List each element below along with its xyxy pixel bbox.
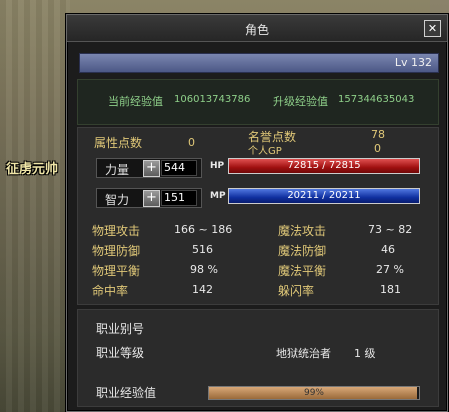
character-name-tag: 征虏元帅 xyxy=(6,162,59,177)
hp-bar: 72815 / 72815 xyxy=(228,158,420,174)
character-window: 角色 ✕ Lv 132 当前经验值 106013743786 升级经验值 157… xyxy=(66,14,448,412)
intelligence-plus-button[interactable]: + xyxy=(143,190,160,207)
job-alias-label: 职业别号 xyxy=(96,322,145,336)
dodge-rate-label: 躲闪率 xyxy=(278,284,315,298)
mag-bal-value: 27 % xyxy=(376,263,404,276)
job-panel: 职业别号 职业等级 地狱统治者 1 级 职业经验值 99% xyxy=(77,309,439,407)
gp-value: 0 xyxy=(374,142,381,155)
stats-panel: 属性点数 0 名誉点数 78 个人GP 0 力量 + 544 HP 72815 … xyxy=(77,127,439,305)
phys-def-value: 516 xyxy=(192,243,213,256)
mp-label: MP xyxy=(210,191,226,201)
intelligence-box: 智力 + 151 xyxy=(96,188,202,208)
gp-label: 个人GP xyxy=(248,146,282,157)
intelligence-label: 智力 xyxy=(105,193,130,207)
hp-text: 72815 / 72815 xyxy=(287,160,361,171)
attr-points-label: 属性点数 xyxy=(94,136,143,150)
attr-points-value: 0 xyxy=(188,136,195,149)
job-level-value: 1 级 xyxy=(354,347,376,360)
close-button[interactable]: ✕ xyxy=(424,20,441,37)
next-exp-value: 157344635043 xyxy=(338,94,415,105)
hp-label: HP xyxy=(210,161,225,171)
hit-rate-value: 142 xyxy=(192,283,213,296)
mp-bar: 20211 / 20211 xyxy=(228,188,420,204)
mag-bal-label: 魔法平衡 xyxy=(278,264,327,278)
strength-label: 力量 xyxy=(105,163,130,177)
dodge-rate-value: 181 xyxy=(380,283,401,296)
experience-panel: 当前经验值 106013743786 升级经验值 157344635043 xyxy=(77,79,439,125)
window-titlebar[interactable]: 角色 ✕ xyxy=(67,15,447,42)
strength-box: 力量 + 544 xyxy=(96,158,202,178)
job-exp-label: 职业经验值 xyxy=(96,386,157,400)
mp-text: 20211 / 20211 xyxy=(287,190,361,201)
strength-value: 544 xyxy=(161,160,197,176)
phys-def-label: 物理防御 xyxy=(92,244,141,258)
level-bar: Lv 132 xyxy=(79,53,439,73)
strength-plus-button[interactable]: + xyxy=(143,160,160,177)
mag-def-label: 魔法防御 xyxy=(278,244,327,258)
current-exp-value: 106013743786 xyxy=(174,94,251,105)
current-exp-label: 当前经验值 xyxy=(108,95,163,108)
job-exp-bar: 99% xyxy=(208,386,420,400)
job-exp-text: 99% xyxy=(303,388,324,398)
job-level-label: 职业等级 xyxy=(96,346,145,360)
phys-atk-label: 物理攻击 xyxy=(92,224,141,238)
phys-atk-value: 166 ~ 186 xyxy=(174,223,233,236)
hit-rate-label: 命中率 xyxy=(92,284,129,298)
window-title: 角色 xyxy=(244,23,269,37)
phys-bal-value: 98 % xyxy=(190,263,218,276)
phys-bal-label: 物理平衡 xyxy=(92,264,141,278)
honor-value: 78 xyxy=(371,128,385,141)
mag-def-value: 46 xyxy=(381,243,395,256)
job-title: 地狱统治者 xyxy=(276,347,331,360)
next-exp-label: 升级经验值 xyxy=(273,95,328,108)
level-text: Lv 132 xyxy=(394,56,432,69)
mag-atk-value: 73 ~ 82 xyxy=(368,223,413,236)
mag-atk-label: 魔法攻击 xyxy=(278,224,327,238)
intelligence-value: 151 xyxy=(161,190,197,206)
